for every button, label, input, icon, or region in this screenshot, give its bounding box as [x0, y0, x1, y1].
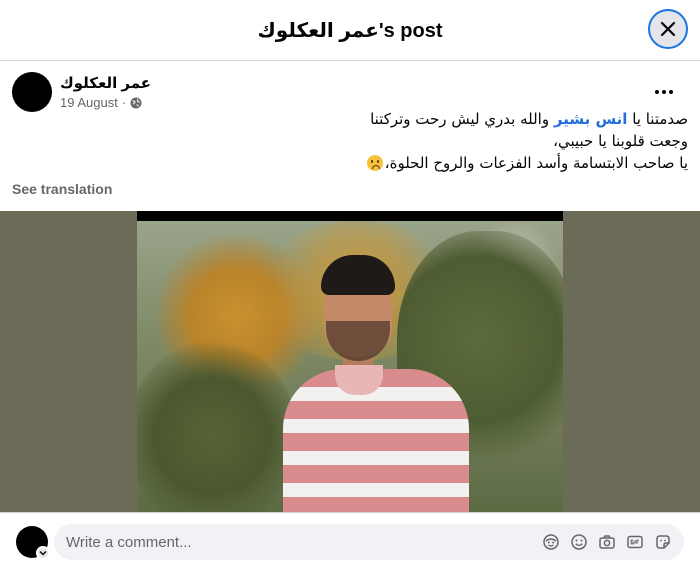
post-photo[interactable]: [137, 211, 563, 512]
comment-bar: Write a comment...: [0, 512, 700, 577]
post-photo-container: [0, 211, 700, 512]
comment-placeholder: Write a comment...: [66, 533, 192, 551]
crying-face-emoji-icon: [366, 155, 383, 171]
dialog-title: عمر العكلوك's post: [257, 19, 443, 42]
close-icon: [660, 21, 676, 37]
globe-icon[interactable]: [130, 97, 142, 109]
more-horizontal-icon: [655, 90, 659, 94]
author-avatar[interactable]: [12, 72, 52, 112]
dialog-header: عمر العكلوك's post: [0, 0, 700, 61]
more-options-button[interactable]: [648, 76, 680, 108]
see-translation-link[interactable]: See translation: [12, 181, 112, 197]
emoji-icon[interactable]: [570, 533, 588, 551]
comment-tools: [542, 524, 672, 560]
photo-subject: [277, 251, 477, 512]
post-text-line-2: وجعت قلوبنا يا حبيبي،: [553, 132, 688, 150]
author-name[interactable]: عمر العكلوك: [60, 74, 151, 92]
chevron-down-icon[interactable]: [36, 546, 50, 560]
post-dialog: عمر العكلوك's post عمر العكلوك 19 August…: [0, 0, 700, 577]
sticker-icon[interactable]: [654, 533, 672, 551]
gif-icon[interactable]: [626, 533, 644, 551]
avatar-sticker-icon[interactable]: [542, 533, 560, 551]
post-text-line-3: يا صاحب الابتسامة وأسد الفزعات والروح ال…: [12, 152, 688, 174]
close-button[interactable]: [648, 9, 688, 49]
post-text-line-1: صدمتنا يا انس بشير والله بدري ليش رحت وت…: [370, 110, 688, 128]
comment-input[interactable]: Write a comment...: [54, 524, 684, 560]
camera-icon[interactable]: [598, 533, 616, 551]
mention-link[interactable]: انس بشير: [554, 110, 628, 128]
post-text: صدمتنا يا انس بشير والله بدري ليش رحت وت…: [12, 108, 688, 174]
